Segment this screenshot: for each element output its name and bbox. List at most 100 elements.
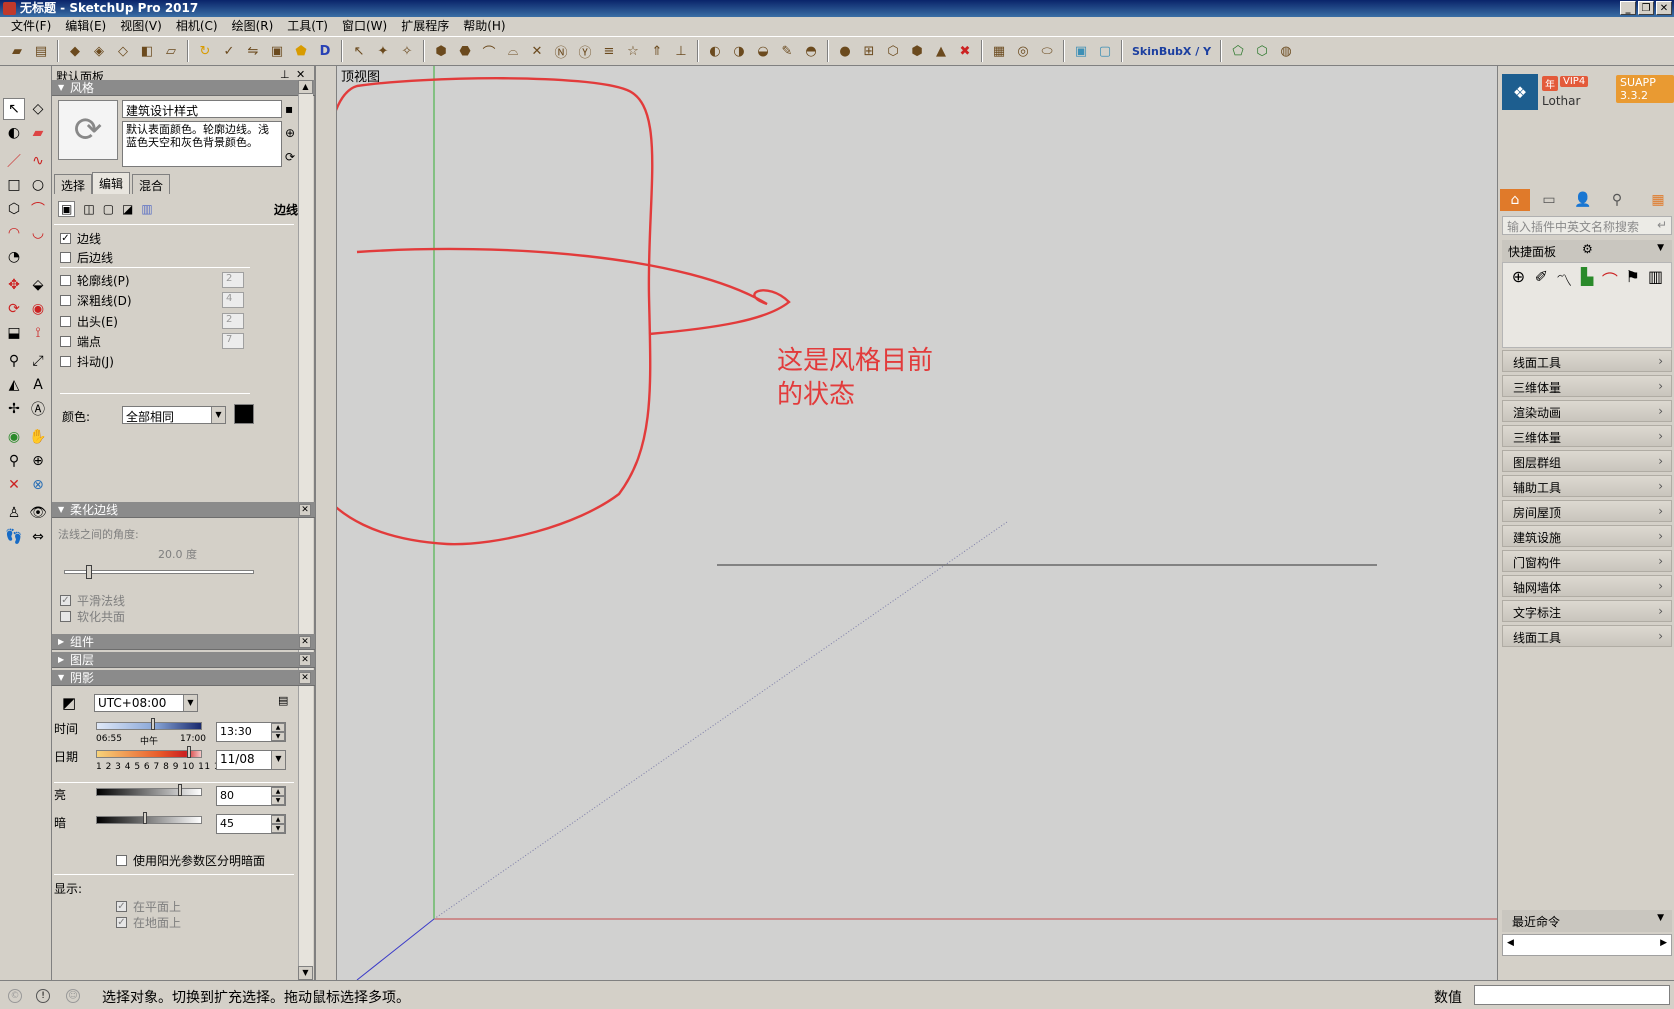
category-3d-mass[interactable]: 三维体量 ›	[1502, 375, 1672, 397]
soften-coplanar-checkbox[interactable]: 软化共面	[60, 608, 125, 625]
arc-icon[interactable]: ⌓	[502, 40, 524, 62]
surface-icon[interactable]: ◓	[800, 40, 822, 62]
use-sun-checkbox[interactable]: 使用阳光参数区分明暗面	[116, 852, 265, 869]
light-field[interactable]: 80 ▲ ▼	[216, 786, 286, 806]
time-slider-thumb[interactable]	[151, 718, 155, 730]
arc-icon[interactable]: ⌒	[27, 198, 49, 220]
gear-icon[interactable]: ⚙	[1582, 242, 1593, 256]
polygon-icon[interactable]: ⬡	[3, 198, 25, 220]
geo-location-icon[interactable]: ©	[8, 989, 22, 1003]
delete-icon[interactable]: ✖	[954, 40, 976, 62]
axis-y-icon[interactable]: Ⓨ	[574, 40, 596, 62]
back-edges-checkbox[interactable]: 后边线	[60, 249, 113, 266]
mesh-icon[interactable]: ⊞	[858, 40, 880, 62]
timezone-select[interactable]: UTC+08:00 ▼	[94, 694, 198, 712]
bend-icon[interactable]: ⌒	[478, 40, 500, 62]
sphere-icon[interactable]: ●	[834, 40, 856, 62]
edge-color-swatch[interactable]	[234, 404, 254, 424]
user-name[interactable]: Lothar	[1542, 94, 1580, 108]
section-plane-icon[interactable]: ⇔	[27, 526, 49, 548]
checkbox-box[interactable]	[60, 316, 71, 327]
surface-icon[interactable]: ◒	[752, 40, 774, 62]
tab-edit[interactable]: 编辑	[92, 172, 131, 194]
on-ground-checkbox[interactable]: ✓ 在地面上	[116, 914, 181, 931]
cube-icon[interactable]: ⬢	[906, 40, 928, 62]
endpoints-checkbox[interactable]: 端点	[60, 333, 101, 350]
spin-up-icon[interactable]: ▲	[271, 787, 285, 796]
checkbox-box[interactable]	[60, 252, 71, 263]
pentagon-icon[interactable]: ⬟	[290, 40, 312, 62]
push-pull-icon[interactable]: ⬙	[27, 274, 49, 296]
recent-commands-scroller[interactable]: ◀ ▶	[1502, 934, 1672, 956]
extension-checkbox[interactable]: 出头(E)	[60, 313, 118, 330]
checkbox-box[interactable]	[60, 295, 71, 306]
create-style-icon[interactable]: ⊕	[285, 126, 295, 140]
close-icon[interactable]: ✕	[299, 672, 311, 684]
walk-icon[interactable]: 👣	[3, 526, 25, 548]
offset-icon[interactable]: ⟟	[27, 322, 49, 344]
layers-panel-header[interactable]: ▶ 图层 ✕	[52, 652, 315, 668]
checkbox-box[interactable]: ✓	[60, 595, 71, 606]
suapp-version-button[interactable]: SUAPP 3.3.2	[1616, 75, 1674, 103]
xray-icon[interactable]: ▱	[160, 40, 182, 62]
surface-icon[interactable]: ◑	[728, 40, 750, 62]
depth-cue-checkbox[interactable]: 深粗线(D)	[60, 292, 132, 309]
pencil-icon[interactable]: ✎	[776, 40, 798, 62]
make-component-icon[interactable]: ◆	[64, 40, 86, 62]
components-panel-header[interactable]: ▶ 组件 ✕	[52, 634, 315, 650]
chevron-down-icon[interactable]: ▼	[1657, 243, 1664, 253]
zoom-window-icon[interactable]: ⊕	[27, 450, 49, 472]
minimize-button[interactable]: _	[1620, 1, 1636, 15]
tag-icon[interactable]: ⬭	[1036, 40, 1058, 62]
label-tool-icon[interactable]: ⚑	[1623, 267, 1642, 286]
chevron-down-icon[interactable]: ▼	[271, 751, 285, 769]
edges-checkbox[interactable]: ✓ 边线	[60, 230, 101, 247]
paint-bucket-icon[interactable]: ◐	[3, 122, 25, 144]
pan-icon[interactable]: ✋	[27, 426, 49, 448]
compass-icon[interactable]: ⊕	[1509, 267, 1528, 286]
checkbox-box[interactable]	[60, 611, 71, 622]
edge-color-select[interactable]: 全部相同 ▼	[122, 406, 226, 424]
move-icon[interactable]: ✥	[3, 274, 25, 296]
axes-icon[interactable]: ✢	[3, 398, 25, 420]
tool-icon[interactable]: ✦	[372, 40, 394, 62]
axis-n-icon[interactable]: Ⓝ	[550, 40, 572, 62]
category-layer-group[interactable]: 图层群组 ›	[1502, 450, 1672, 472]
dimension-icon[interactable]: ⤢	[27, 350, 49, 372]
angle-slider-track[interactable]	[64, 570, 254, 574]
extrude-icon[interactable]: ⬢	[430, 40, 452, 62]
close-icon[interactable]: ✕	[299, 636, 311, 648]
knife-icon[interactable]: ✐	[1532, 267, 1551, 286]
menu-window[interactable]: 窗口(W)	[335, 17, 394, 36]
3d-viewport[interactable]: 顶视图 这是风格目前 的状态	[337, 66, 1497, 980]
scroll-left-icon[interactable]: ◀	[1507, 938, 1514, 948]
eraser-icon[interactable]: ▰	[27, 122, 49, 144]
menu-view[interactable]: 视图(V)	[113, 17, 169, 36]
scale-icon[interactable]: ⬓	[3, 322, 25, 344]
user-account-icon[interactable]: ☺	[66, 989, 80, 1003]
checkbox-box[interactable]	[60, 356, 71, 367]
mirror-icon[interactable]: ⇋	[242, 40, 264, 62]
menu-help[interactable]: 帮助(H)	[456, 17, 512, 36]
rectangle-icon[interactable]: □	[3, 174, 25, 196]
plugin-search-input[interactable]: 输入插件中英文名称搜索 ↵	[1502, 216, 1672, 235]
angle-slider-thumb[interactable]	[86, 565, 92, 579]
view-icon[interactable]: ▣	[1070, 40, 1092, 62]
dark-slider-track[interactable]	[96, 816, 202, 824]
menu-extensions[interactable]: 扩展程序	[394, 17, 456, 36]
category-building-facilities[interactable]: 建筑设施 ›	[1502, 525, 1672, 547]
category-text-annotation[interactable]: 文字标注 ›	[1502, 600, 1672, 622]
face-settings-icon[interactable]: ◫	[83, 202, 94, 216]
terrain-icon[interactable]: ▲	[930, 40, 952, 62]
line-tool-icon[interactable]: ／	[3, 150, 25, 172]
category-doors-windows[interactable]: 门窗构件 ›	[1502, 550, 1672, 572]
grid-menu-icon[interactable]: ▦	[1643, 189, 1673, 211]
check-icon[interactable]: ✓	[218, 40, 240, 62]
stack-icon[interactable]: ≡	[598, 40, 620, 62]
update-style-icon[interactable]: ⟳	[285, 150, 295, 164]
checkbox-box[interactable]: ✓	[60, 233, 71, 244]
axis-x-icon[interactable]: ✕	[526, 40, 548, 62]
3d-text-icon[interactable]: Ⓐ	[27, 398, 49, 420]
close-icon[interactable]: ✕	[299, 504, 311, 516]
previous-view-icon[interactable]: ⊗	[27, 474, 49, 496]
